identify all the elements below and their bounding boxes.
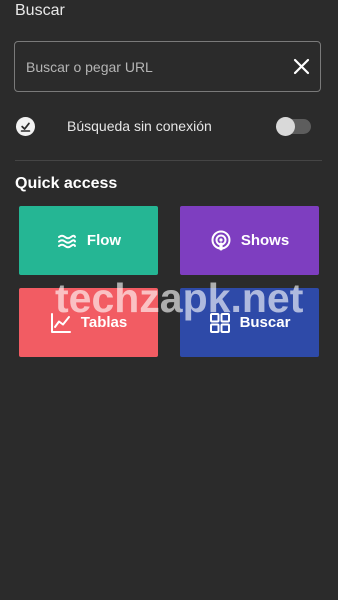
divider <box>15 160 322 161</box>
waves-icon <box>57 234 76 248</box>
offline-search-toggle[interactable] <box>276 117 311 136</box>
page-title: Buscar <box>15 2 65 19</box>
search-input[interactable] <box>26 42 276 91</box>
chart-icon <box>50 312 71 333</box>
quick-access-shows-tile[interactable]: Shows <box>180 206 319 275</box>
offline-search-label: Búsqueda sin conexión <box>67 118 212 134</box>
podcast-icon <box>211 230 231 250</box>
search-box[interactable] <box>14 41 321 92</box>
quick-access-tablas-tile[interactable]: Tablas <box>19 288 158 357</box>
offline-search-row: Búsqueda sin conexión <box>16 115 312 137</box>
quick-access-flow-tile[interactable]: Flow <box>19 206 158 275</box>
grid-icon <box>209 312 230 333</box>
close-icon[interactable] <box>293 58 310 75</box>
tile-label: Flow <box>86 232 122 249</box>
tile-label: Buscar <box>239 314 291 331</box>
quick-access-buscar-tile[interactable]: Buscar <box>180 288 319 357</box>
tile-label: Tablas <box>80 314 128 331</box>
toggle-knob <box>276 117 295 136</box>
quick-access-title: Quick access <box>15 175 118 192</box>
tile-label: Shows <box>240 232 290 249</box>
offline-download-icon <box>16 117 35 136</box>
